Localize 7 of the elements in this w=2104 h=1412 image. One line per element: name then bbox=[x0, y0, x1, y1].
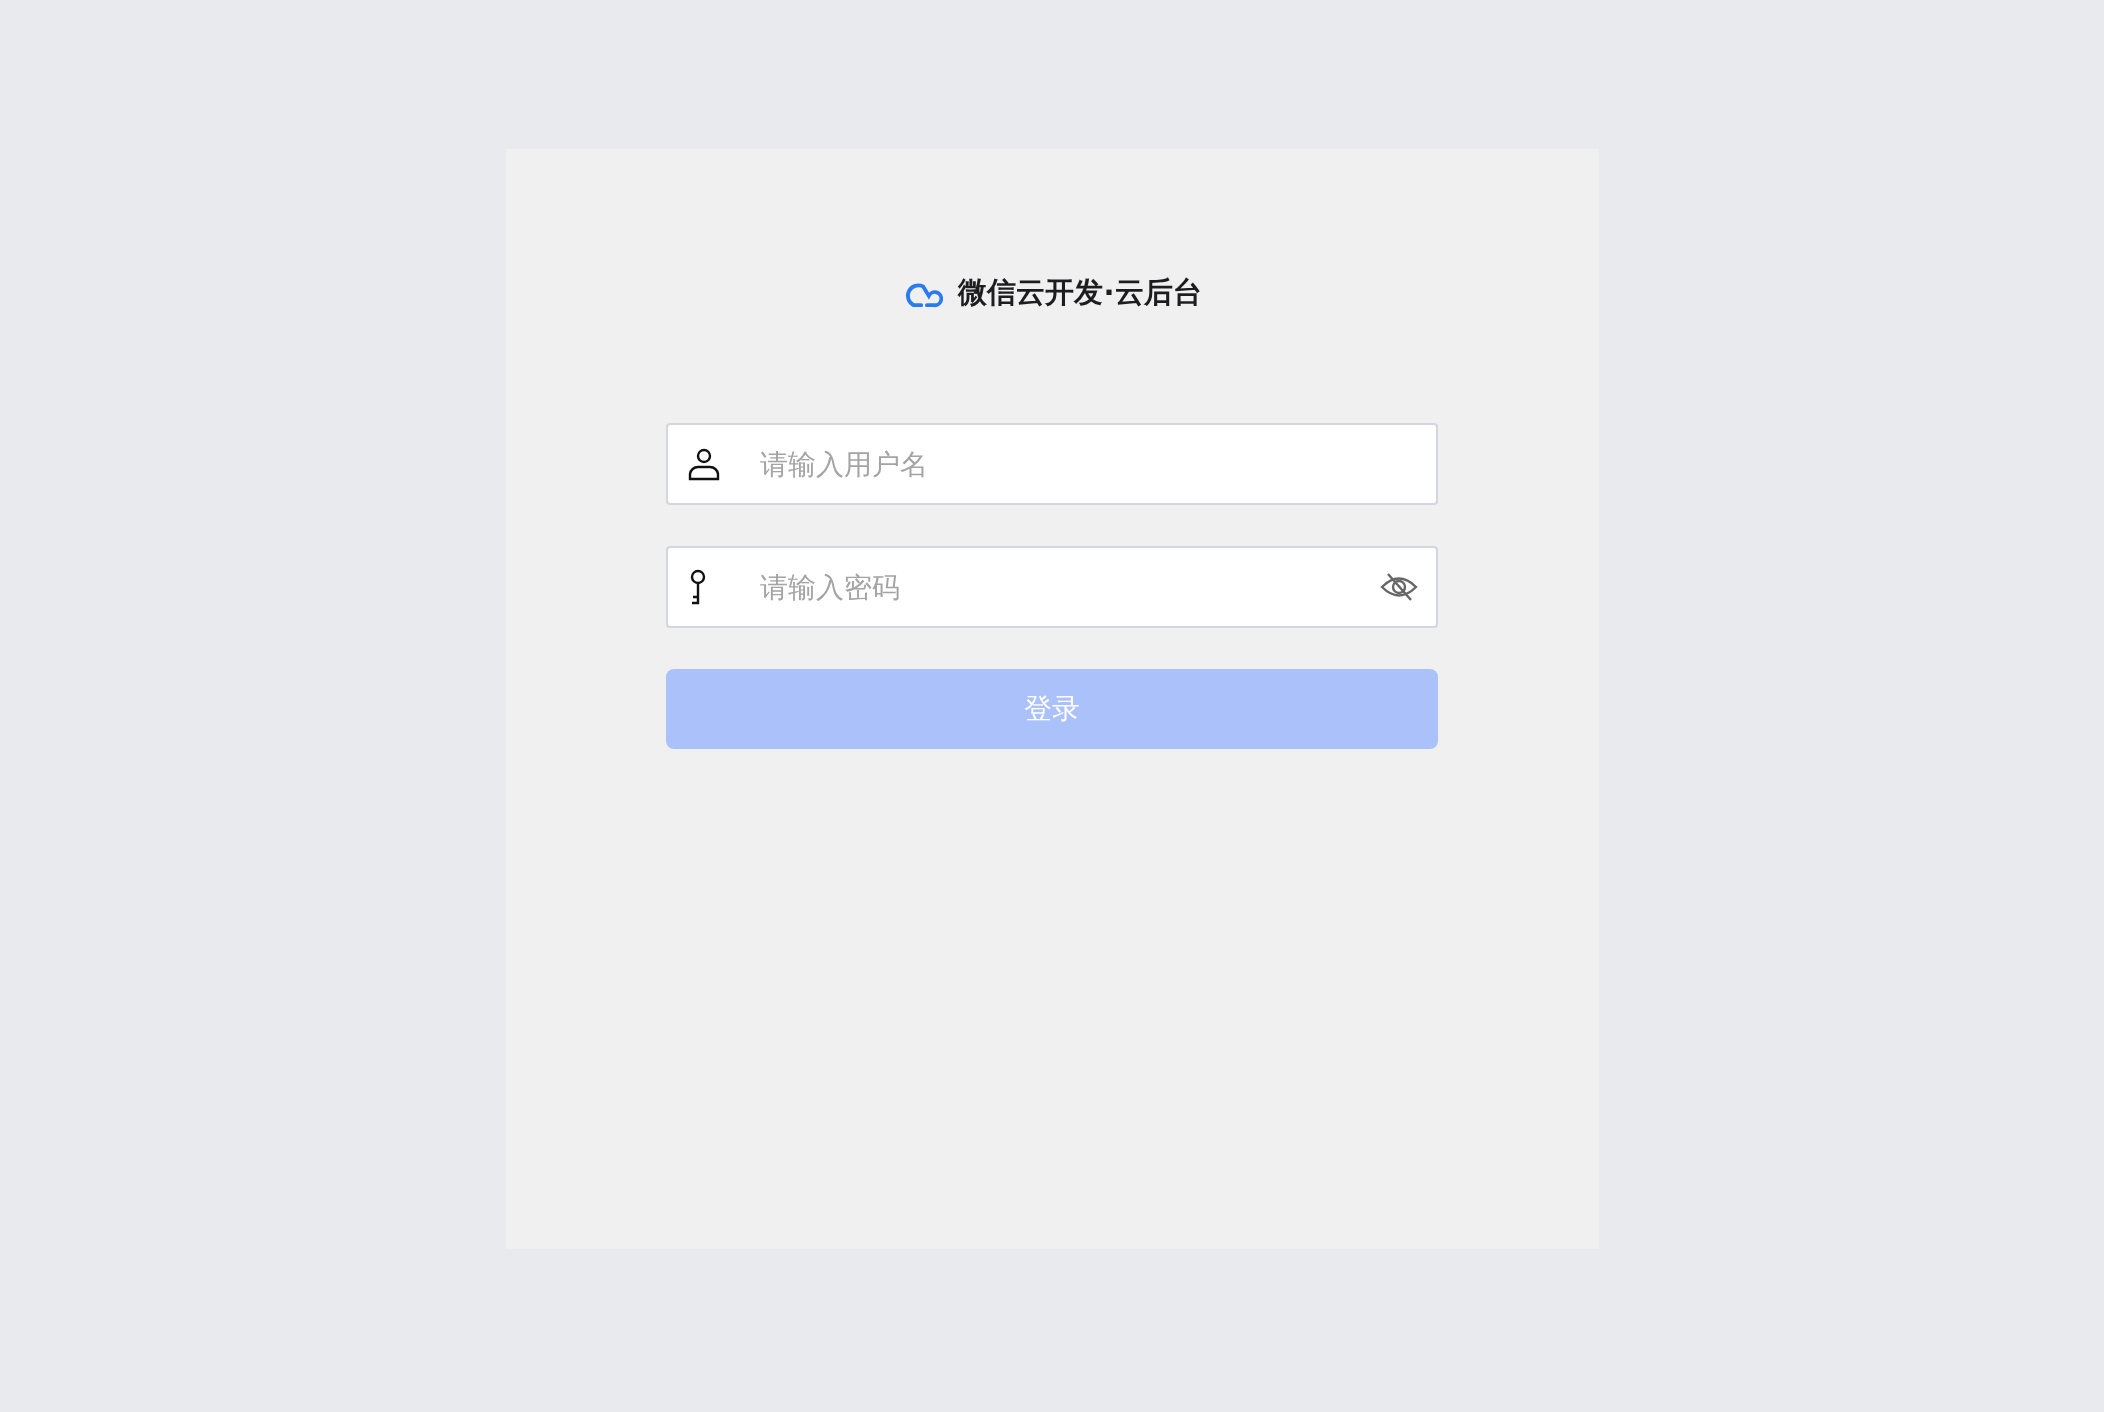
eye-hidden-icon[interactable] bbox=[1380, 572, 1418, 602]
username-input[interactable]: 请输入用户名 bbox=[758, 446, 1418, 482]
username-field[interactable]: 请输入用户名 bbox=[666, 423, 1438, 505]
password-field[interactable]: 请输入密码 bbox=[666, 546, 1438, 628]
app-title: 微信云开发·云后台 bbox=[958, 274, 1202, 311]
password-input[interactable]: 请输入密码 bbox=[758, 569, 1380, 605]
user-icon bbox=[686, 446, 722, 482]
